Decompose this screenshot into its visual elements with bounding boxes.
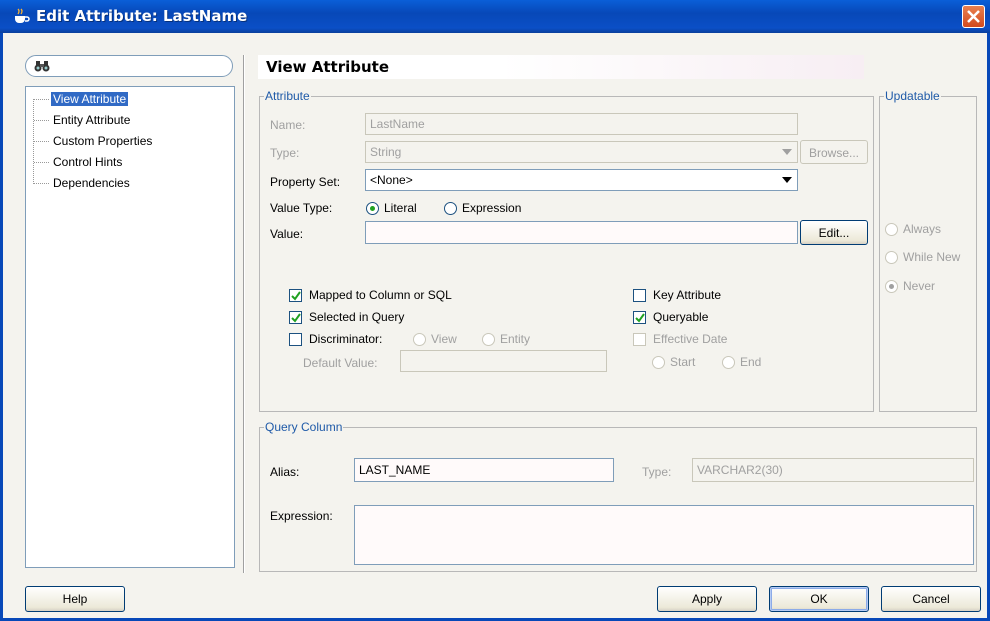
page-title: View Attribute [266,58,389,76]
name-field[interactable]: LastName [365,113,798,135]
tree-item-label: View Attribute [51,92,129,106]
search-input[interactable] [25,55,233,77]
never-label: Never [903,279,936,293]
help-button[interactable]: Help [25,586,125,612]
always-radio[interactable] [885,223,898,236]
alias-field[interactable]: LAST_NAME [354,458,614,482]
literal-radio[interactable] [366,202,379,215]
selected-in-query-label: Selected in Query [309,310,405,324]
key-attribute-checkbox[interactable] [633,289,646,302]
type-label: Type: [270,146,300,160]
discriminator-label: Discriminator: [309,332,383,346]
expression-label: Expression: [270,509,333,523]
java-cup-icon [12,8,30,24]
tree-item-label: Control Hints [53,155,123,169]
chevron-down-icon [782,149,792,155]
tree-item-entity-attribute[interactable]: Entity Attribute [34,111,132,129]
mapped-checkbox[interactable] [289,289,302,302]
expression-radio[interactable] [444,202,457,215]
window-title: Edit Attribute: LastName [36,7,248,25]
default-value-label: Default Value: [303,356,378,370]
disc-view-radio[interactable] [413,333,426,346]
effective-date-label: Effective Date [653,332,728,346]
mapped-label: Mapped to Column or SQL [309,288,452,302]
tree-item-label: Custom Properties [53,134,153,148]
attribute-group-title: Attribute [264,89,311,103]
expression-field[interactable] [354,505,974,565]
tree-item-label: Entity Attribute [53,113,131,127]
value-label: Value: [270,227,304,241]
expression-radio-label: Expression [462,201,522,215]
literal-radio-label: Literal [384,201,417,215]
value-type-label: Value Type: [270,201,333,215]
query-type-label: Type: [642,465,672,479]
disc-view-label: View [431,332,457,346]
name-label: Name: [270,118,306,132]
key-attribute-label: Key Attribute [653,288,722,302]
apply-button[interactable]: Apply [657,586,757,612]
while-new-radio[interactable] [885,251,898,264]
eff-end-radio[interactable] [722,356,735,369]
binoculars-icon [34,61,50,72]
property-set-label: Property Set: [270,175,341,189]
edit-button[interactable]: Edit... [800,220,868,245]
tree-item-custom-properties[interactable]: Custom Properties [34,132,154,150]
while-new-label: While New [903,250,961,264]
discriminator-checkbox[interactable] [289,333,302,346]
selected-in-query-checkbox[interactable] [289,311,302,324]
updatable-group-title: Updatable [884,89,941,103]
property-set-value: <None> [370,173,413,187]
tree-item-dependencies[interactable]: Dependencies [34,174,132,192]
property-set-select[interactable]: <None> [365,169,798,191]
tree-item-control-hints[interactable]: Control Hints [34,153,124,171]
page-header: View Attribute [258,55,864,79]
close-button[interactable] [962,5,985,28]
ok-button[interactable]: OK [769,586,869,612]
query-type-field[interactable]: VARCHAR2(30) [692,458,974,482]
checkmark-icon [291,313,301,323]
splitter[interactable] [243,55,245,573]
eff-start-radio[interactable] [652,356,665,369]
eff-end-label: End [740,355,762,369]
checkmark-icon [291,291,301,301]
tree-item-view-attribute[interactable]: View Attribute [34,90,129,108]
cancel-button[interactable]: Cancel [881,586,981,612]
chevron-down-icon [782,177,792,183]
queryable-label: Queryable [653,310,709,324]
eff-start-label: Start [670,355,696,369]
close-icon [967,10,980,23]
effective-date-checkbox[interactable] [633,333,646,346]
tree-item-label: Dependencies [53,176,130,190]
type-select-value: String [370,145,402,159]
type-select[interactable]: String [365,141,798,163]
disc-entity-radio[interactable] [482,333,495,346]
disc-entity-label: Entity [500,332,531,346]
value-field[interactable] [365,221,798,244]
always-label: Always [903,222,942,236]
queryable-checkbox[interactable] [633,311,646,324]
browse-button[interactable]: Browse... [800,140,868,164]
alias-label: Alias: [270,465,300,479]
query-column-group-title: Query Column [264,420,344,434]
checkmark-icon [635,313,645,323]
default-value-field[interactable] [400,350,607,372]
never-radio[interactable] [885,280,898,293]
